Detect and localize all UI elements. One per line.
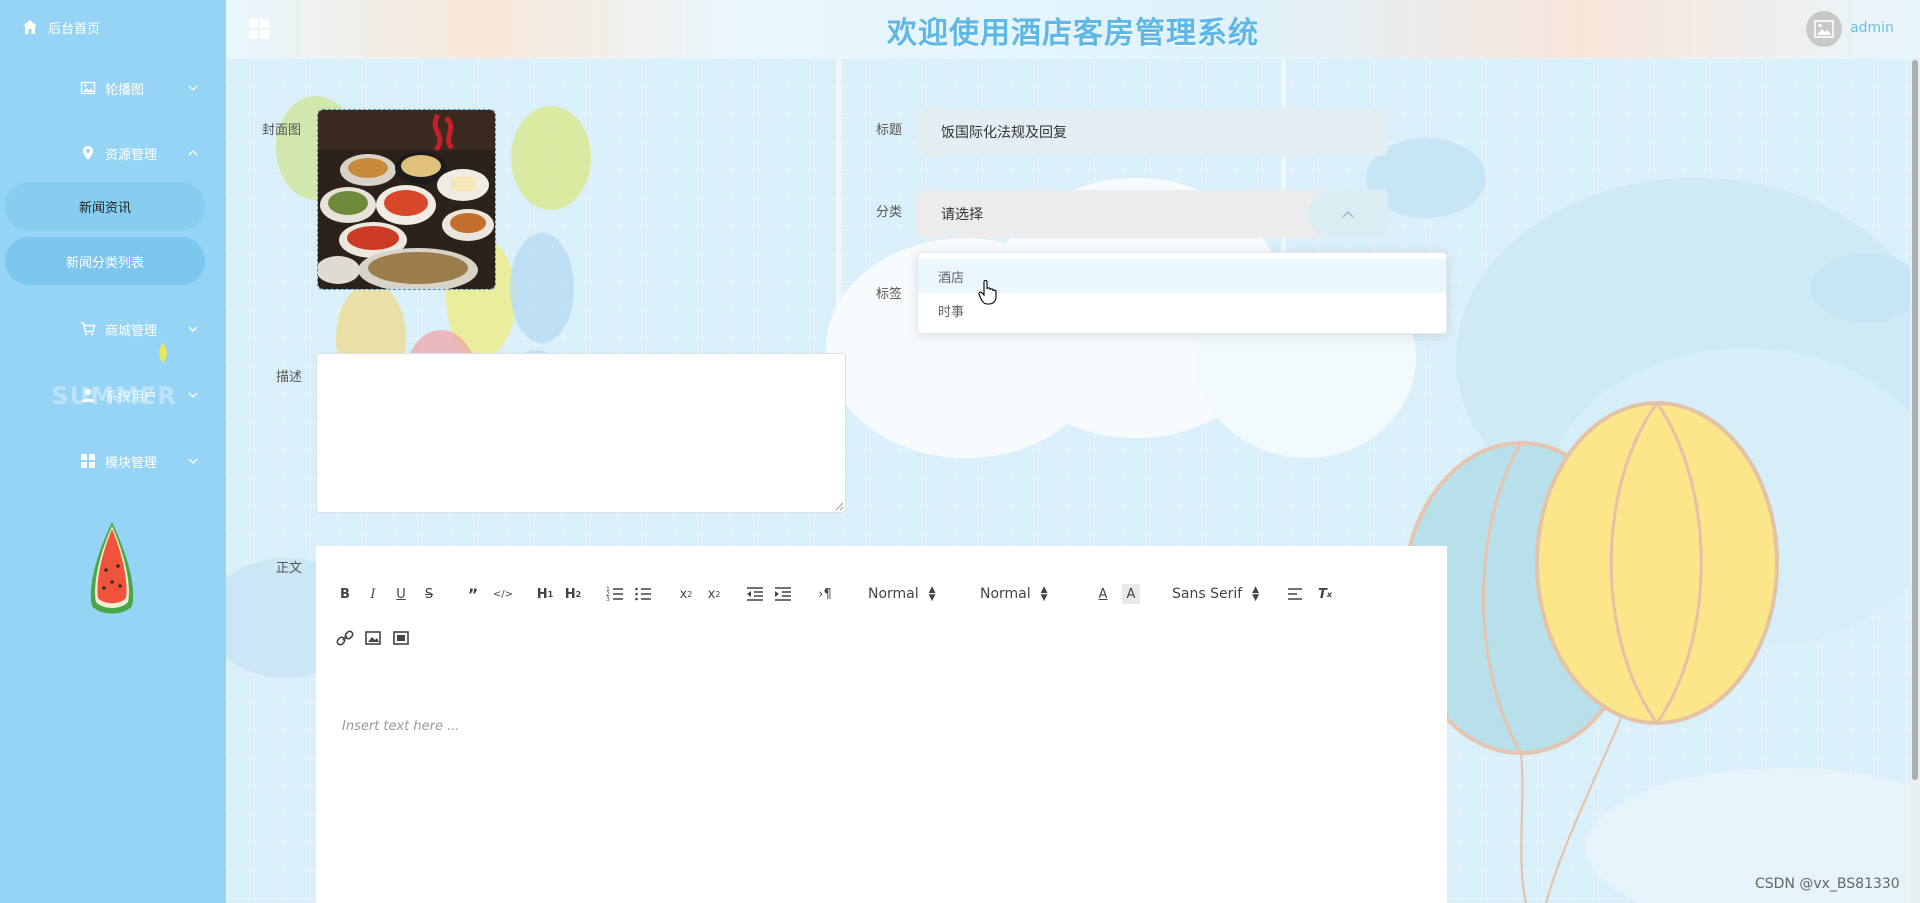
sidebar-item-label: 商城管理 (105, 323, 158, 339)
image-insert-icon[interactable] (364, 628, 382, 648)
svg-text:3: 3 (606, 596, 610, 603)
text-direction-icon[interactable]: ›¶ (814, 584, 836, 604)
underline-icon[interactable]: U (392, 584, 410, 604)
strikethrough-icon[interactable]: S (420, 584, 438, 604)
indent-icon[interactable] (774, 584, 792, 604)
username-label[interactable]: admin (1850, 20, 1894, 36)
leaf-decoration-icon (159, 343, 167, 363)
sidebar-subitem-news-categories[interactable]: 新闻分类列表 (5, 237, 205, 285)
background-color-icon[interactable]: A (1122, 584, 1140, 604)
sidebar-subitem-label: 新闻资讯 (78, 200, 131, 216)
italic-icon[interactable]: I (364, 584, 382, 604)
outdent-icon[interactable] (746, 584, 764, 604)
image-icon (80, 81, 96, 95)
subscript-icon[interactable]: x2 (676, 584, 696, 604)
code-block-icon[interactable]: </> (492, 584, 514, 604)
top-header: 欢迎使用酒店客房管理系统 admin (226, 0, 1920, 58)
body-label: 正文 (276, 561, 303, 576)
category-label: 分类 (876, 205, 903, 220)
clear-format-icon[interactable]: Tx (1316, 584, 1334, 604)
description-textarea[interactable] (316, 353, 846, 513)
chevron-down-icon (188, 326, 198, 332)
cover-image-upload[interactable] (317, 109, 496, 290)
chevron-up-icon (188, 150, 198, 156)
scrollbar-thumb[interactable] (1912, 60, 1918, 780)
superscript-icon[interactable]: x2 (704, 584, 724, 604)
image-placeholder-icon (1814, 20, 1834, 38)
size-format-select[interactable]: Normal ▲ ▼ (980, 584, 1048, 604)
font-select-value: Sans Serif (1172, 586, 1243, 602)
sidebar-item-carousel[interactable]: 轮播图 (0, 68, 226, 108)
sidebar-item-home[interactable]: 后台首页 (22, 16, 100, 38)
cover-label: 封面图 (262, 123, 302, 138)
tags-label: 标签 (876, 287, 903, 302)
sidebar: 后台首页 轮播图 资源管理 新闻资讯 新闻分类列表 商城管理 SUMMER 系统… (0, 0, 226, 903)
location-icon (83, 146, 93, 160)
cover-food-image (318, 110, 495, 289)
sidebar-item-system-users[interactable]: 系统用户 (0, 375, 226, 415)
description-label: 描述 (276, 370, 303, 385)
sidebar-item-modules[interactable]: 模块管理 (0, 441, 226, 481)
csdn-watermark: CSDN @vx_BS81330 (1755, 876, 1900, 892)
category-select[interactable]: 请选择 (916, 190, 1388, 238)
heading2-icon[interactable]: H2 (562, 584, 584, 604)
rich-text-editor[interactable]: B I U S ” </> H1 H2 123 x2 x2 ›¶ Normal ▲… (316, 546, 1447, 903)
user-icon (82, 388, 94, 402)
resize-handle-icon[interactable] (835, 502, 844, 511)
sidebar-item-resources[interactable]: 资源管理 (0, 133, 226, 173)
watermelon-decoration-icon (90, 522, 134, 614)
select-caret-icon: ▲ ▼ (1040, 585, 1048, 603)
text-color-icon[interactable]: A (1094, 584, 1112, 604)
sidebar-subitem-label: 新闻分类列表 (65, 255, 144, 271)
align-left-icon[interactable] (1286, 584, 1304, 604)
link-icon[interactable] (336, 628, 354, 648)
header-select-value: Normal (868, 586, 919, 602)
hand-cursor-icon (978, 279, 997, 305)
chevron-down-icon (188, 458, 198, 464)
bullet-list-icon[interactable] (634, 584, 652, 604)
bold-icon[interactable]: B (336, 584, 354, 604)
chevron-up-icon (1342, 211, 1354, 218)
title-input[interactable]: 饭国际化法规及回复 (916, 108, 1388, 156)
home-icon (23, 20, 37, 34)
cart-icon (81, 322, 96, 336)
sidebar-item-label: 模块管理 (105, 455, 158, 471)
ordered-list-icon[interactable]: 123 (606, 584, 624, 604)
sidebar-home-label: 后台首页 (48, 21, 101, 37)
heading1-icon[interactable]: H1 (534, 584, 556, 604)
size-select-value: Normal (980, 586, 1031, 602)
sidebar-item-mall[interactable]: 商城管理 (0, 309, 226, 349)
header-format-select[interactable]: Normal ▲ ▼ (868, 584, 936, 604)
sidebar-item-label: 轮播图 (105, 82, 145, 98)
select-caret-icon: ▲ ▼ (1252, 585, 1260, 603)
page-scrollbar[interactable] (1910, 58, 1920, 903)
sidebar-item-label: 系统用户 (105, 389, 158, 405)
grid-icon (81, 454, 95, 468)
chevron-down-icon (188, 392, 198, 398)
title-input-value: 饭国际化法规及回复 (941, 125, 1067, 141)
category-select-placeholder: 请选择 (941, 207, 983, 223)
page-title: 欢迎使用酒店客房管理系统 (887, 16, 1259, 51)
video-insert-icon[interactable] (392, 628, 410, 648)
select-caret-icon: ▲ ▼ (928, 585, 936, 603)
avatar[interactable] (1806, 11, 1842, 47)
sidebar-item-label: 资源管理 (105, 147, 158, 163)
sidebar-subitem-news[interactable]: 新闻资讯 (5, 182, 205, 230)
title-label: 标题 (876, 123, 903, 138)
blockquote-icon[interactable]: ” (464, 584, 482, 604)
font-family-select[interactable]: Sans Serif ▲ ▼ (1172, 584, 1259, 604)
select-arrow[interactable] (1308, 190, 1388, 238)
chevron-down-icon (188, 85, 198, 91)
editor-placeholder: Insert text here ... (342, 719, 460, 734)
